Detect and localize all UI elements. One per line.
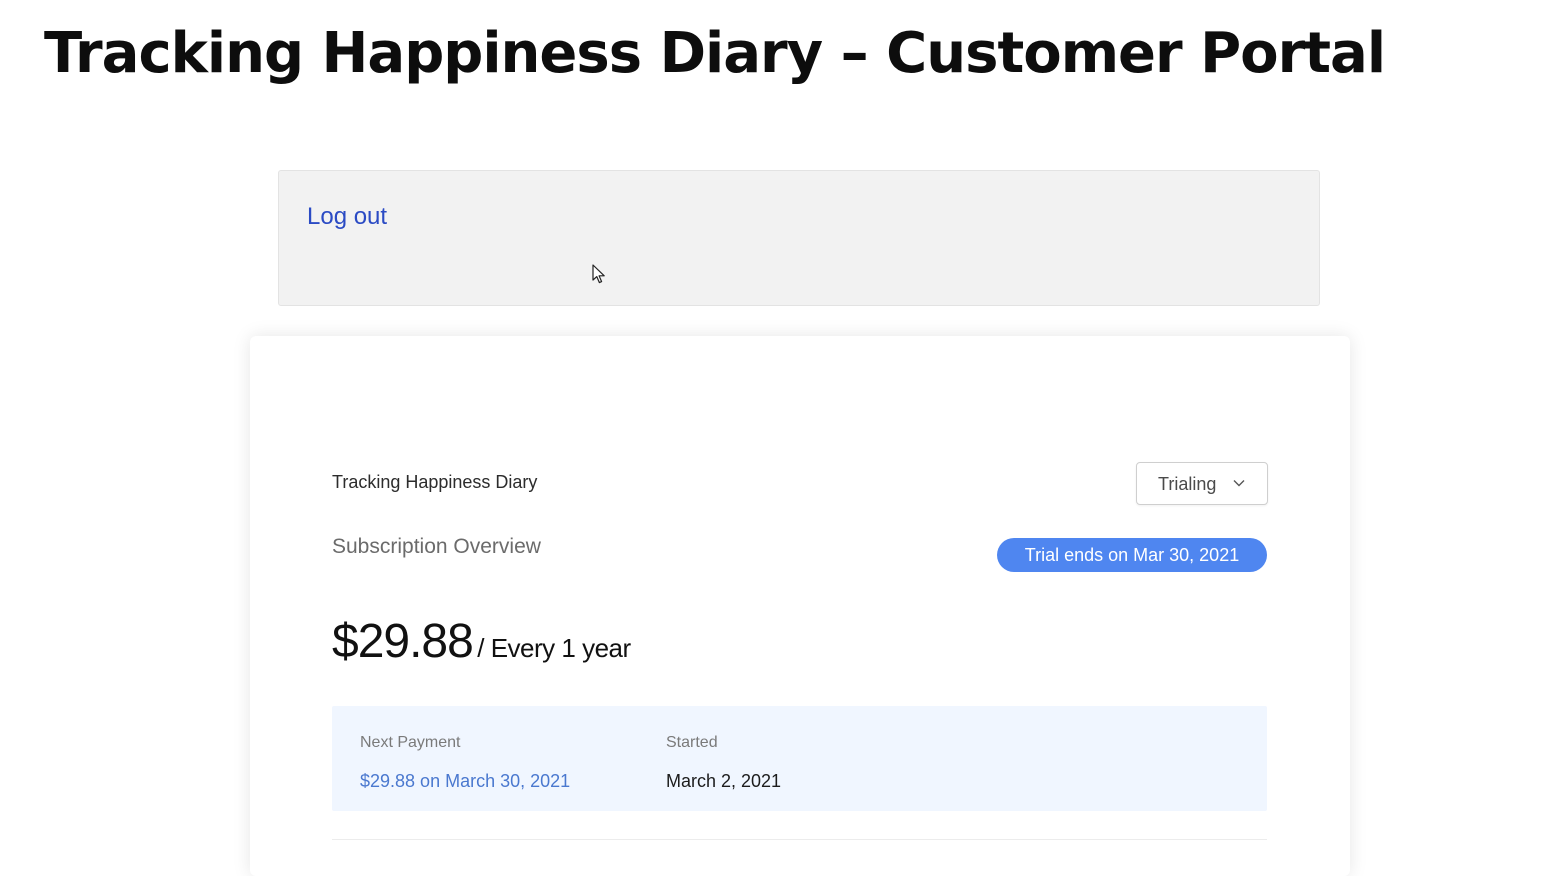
started-label: Started (666, 734, 718, 751)
payment-details-panel: Next Payment $29.88 on March 30, 2021 St… (332, 706, 1267, 811)
next-payment-value: $29.88 on March 30, 2021 (360, 771, 571, 791)
page-title: Tracking Happiness Diary – Customer Port… (44, 21, 1386, 86)
price-row: $29.88 / Every 1 year (332, 614, 631, 669)
started-value: March 2, 2021 (666, 771, 782, 791)
subscription-price: $29.88 (332, 615, 474, 668)
chevron-down-icon (1233, 480, 1245, 487)
product-name: Tracking Happiness Diary (332, 472, 538, 492)
section-divider (332, 839, 1267, 840)
subscription-card: Tracking Happiness Diary Trialing Subscr… (250, 336, 1350, 876)
subscription-overview-heading: Subscription Overview (332, 535, 541, 558)
logout-link[interactable]: Log out (307, 203, 387, 231)
billing-interval: / Every 1 year (477, 633, 631, 663)
account-bar: Log out (278, 170, 1320, 306)
trial-status-badge: Trial ends on Mar 30, 2021 (997, 538, 1267, 572)
next-payment-label: Next Payment (360, 734, 461, 751)
status-dropdown[interactable]: Trialing (1136, 462, 1268, 505)
mouse-cursor-icon (592, 264, 605, 284)
status-dropdown-label: Trialing (1158, 474, 1217, 494)
